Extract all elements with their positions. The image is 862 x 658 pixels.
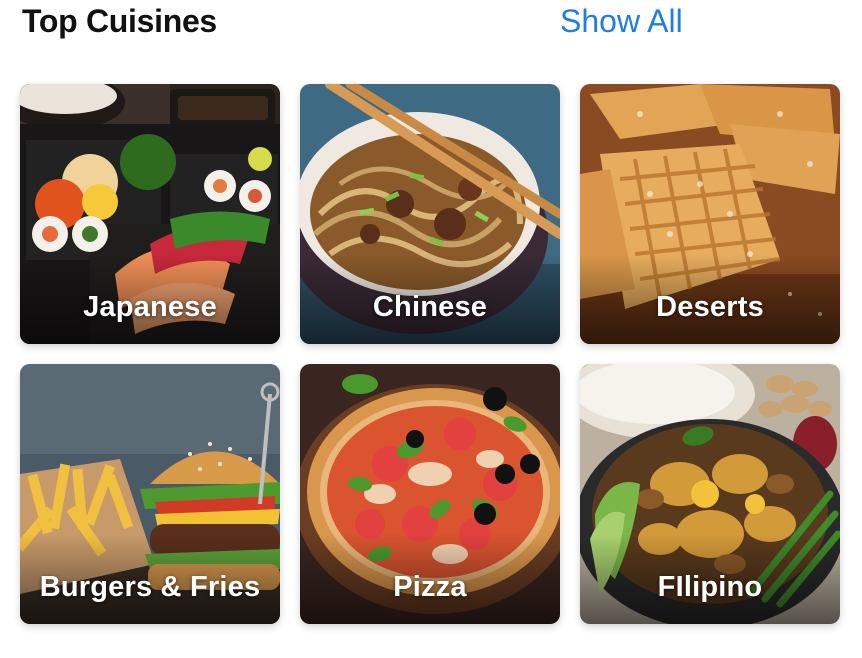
cuisine-label: Japanese bbox=[83, 291, 217, 323]
cuisine-label: Chinese bbox=[372, 291, 488, 323]
show-all-link[interactable]: Show All bbox=[560, 3, 683, 40]
top-cuisines-section: Top Cuisines Show All Japanese Chinese D… bbox=[0, 0, 862, 658]
cuisine-label: Pizza bbox=[393, 571, 467, 603]
cuisine-card-filipino[interactable]: FIlipino bbox=[580, 364, 840, 624]
cuisine-card-deserts[interactable]: Deserts bbox=[580, 84, 840, 344]
cuisine-label: Burgers & Fries bbox=[39, 571, 261, 603]
cuisine-card-chinese[interactable]: Chinese bbox=[300, 84, 560, 344]
section-header: Top Cuisines Show All bbox=[0, 0, 862, 50]
cuisine-card-japanese[interactable]: Japanese bbox=[20, 84, 280, 344]
cuisine-card-burgers-fries[interactable]: Burgers & Fries bbox=[20, 364, 280, 624]
cuisine-grid: Japanese Chinese Deserts Burgers & Fries… bbox=[20, 84, 840, 624]
section-title: Top Cuisines bbox=[22, 3, 217, 39]
cuisine-card-pizza[interactable]: Pizza bbox=[300, 364, 560, 624]
cuisine-label: FIlipino bbox=[657, 571, 763, 603]
cuisine-label: Deserts bbox=[656, 291, 764, 323]
